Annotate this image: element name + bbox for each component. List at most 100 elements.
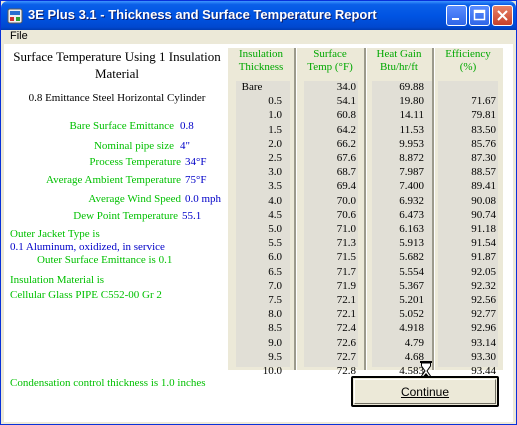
table-cell: 89.41 bbox=[471, 180, 496, 192]
table-cell: 72.1 bbox=[336, 308, 356, 320]
menu-file[interactable]: File bbox=[10, 30, 28, 42]
table-cell: 6.5 bbox=[268, 266, 282, 278]
app-icon bbox=[7, 8, 23, 24]
table-cell: 91.18 bbox=[471, 223, 496, 235]
table-cell bbox=[434, 81, 496, 93]
header-line: Btu/hr/ft bbox=[380, 61, 418, 73]
header-line: Temp (°F) bbox=[307, 61, 353, 73]
table-cell: 92.05 bbox=[471, 266, 496, 278]
menu-bar: File bbox=[4, 30, 513, 44]
table-cell: 6.932 bbox=[399, 195, 424, 207]
table-cell: 1.0 bbox=[268, 109, 282, 121]
header-line: Insulation bbox=[239, 48, 283, 60]
table-cell: 4.918 bbox=[399, 322, 424, 334]
table-cell: 83.50 bbox=[471, 124, 496, 136]
close-button[interactable] bbox=[492, 5, 513, 26]
table-cell: 2.5 bbox=[268, 152, 282, 164]
table-cell: 0.5 bbox=[268, 95, 282, 107]
maximize-icon bbox=[473, 9, 486, 21]
window-title: 3E Plus 3.1 - Thickness and Surface Temp… bbox=[28, 7, 377, 22]
table-cell: 71.67 bbox=[471, 95, 496, 107]
table-cell: 72.6 bbox=[336, 337, 356, 349]
title-bar[interactable]: 3E Plus 3.1 - Thickness and Surface Temp… bbox=[1, 1, 516, 30]
param-value: 34°F bbox=[185, 156, 207, 168]
table-cell: 9.5 bbox=[268, 351, 282, 363]
table-cell: 70.6 bbox=[336, 209, 356, 221]
table-cell: 5.682 bbox=[399, 251, 424, 263]
table-cell: 10.0 bbox=[262, 365, 282, 377]
header-line: Efficiency bbox=[445, 48, 491, 60]
table-cell: 5.913 bbox=[399, 237, 424, 249]
table-cell: 79.81 bbox=[471, 109, 496, 121]
table-cell: 90.74 bbox=[471, 209, 496, 221]
table-cell: 8.5 bbox=[268, 322, 282, 334]
table-cell: 14.11 bbox=[399, 109, 424, 121]
header-line: Surface bbox=[313, 48, 347, 60]
param-label: Process Temperature bbox=[89, 156, 181, 168]
table-cell: 6.473 bbox=[399, 209, 424, 221]
table-cell: 92.32 bbox=[471, 280, 496, 292]
table-cell: 11.53 bbox=[399, 124, 424, 136]
table-cell: 54.1 bbox=[336, 95, 356, 107]
continue-button-label: Continue bbox=[400, 385, 450, 399]
table-cell: 5.201 bbox=[399, 294, 424, 306]
param-label: Dew Point Temperature bbox=[73, 210, 178, 222]
table-cell: 19.80 bbox=[399, 95, 424, 107]
table-cell: 68.7 bbox=[336, 166, 356, 178]
table-cell: 67.6 bbox=[336, 152, 356, 164]
param-label: Average Ambient Temperature bbox=[45, 174, 181, 186]
minimize-button[interactable] bbox=[446, 5, 467, 26]
table-cell: 72.7 bbox=[336, 351, 356, 363]
continue-button[interactable]: Continue bbox=[351, 376, 499, 407]
table-cell: 5.5 bbox=[268, 237, 282, 249]
table-cell: 5.554 bbox=[399, 266, 424, 278]
param-label: Average Wind Speed bbox=[88, 193, 181, 205]
header-heat-gain: Heat Gain Btu/hr/ft bbox=[367, 48, 431, 74]
table-cell: 60.8 bbox=[336, 109, 356, 121]
table-cell: 91.54 bbox=[471, 237, 496, 249]
maximize-button[interactable] bbox=[469, 5, 490, 26]
table-cell: 4.0 bbox=[268, 195, 282, 207]
table-cell: 6.0 bbox=[268, 251, 282, 263]
table-cell: 71.3 bbox=[336, 237, 356, 249]
table-cell: 69.4 bbox=[336, 180, 356, 192]
table-cell: 70.0 bbox=[336, 195, 356, 207]
table-cell: 71.0 bbox=[336, 223, 356, 235]
jacket-value: 0.1 Aluminum, oxidized, in service bbox=[10, 241, 165, 253]
param-value: 55.1 bbox=[182, 210, 202, 222]
table-cell: 66.2 bbox=[336, 138, 356, 150]
table-cell: 34.0 bbox=[336, 81, 356, 93]
table-cell: 85.76 bbox=[471, 138, 496, 150]
table-cell: 8.0 bbox=[268, 308, 282, 320]
param-value: 4" bbox=[180, 140, 190, 152]
table-cell: 3.0 bbox=[268, 166, 282, 178]
table-cell: 92.96 bbox=[471, 322, 496, 334]
table-cell: 71.9 bbox=[336, 280, 356, 292]
param-label: Bare Surface Emittance bbox=[69, 120, 174, 132]
table-cell: 71.5 bbox=[336, 251, 356, 263]
table-cell: 72.8 bbox=[336, 365, 356, 377]
param-label: Nominal pipe size bbox=[93, 140, 174, 152]
table-cell: Bare bbox=[241, 81, 263, 93]
table-cell: 7.400 bbox=[399, 180, 424, 192]
table-cell: 92.56 bbox=[471, 294, 496, 306]
table-cell: 4.5 bbox=[268, 209, 282, 221]
header-line: Thickness bbox=[238, 61, 284, 73]
table-cell: 69.88 bbox=[399, 81, 424, 93]
table-cell: 2.0 bbox=[268, 138, 282, 150]
table-cell: 9.0 bbox=[268, 337, 282, 349]
param-value: 0.8 bbox=[180, 120, 194, 132]
table-cell: 7.987 bbox=[399, 166, 424, 178]
insulation-value: Cellular Glass PIPE C552-00 Gr 2 bbox=[10, 289, 162, 301]
table-cell: 5.0 bbox=[268, 223, 282, 235]
header-line: Heat Gain bbox=[376, 48, 422, 60]
minimize-icon bbox=[452, 18, 459, 20]
header-thickness: Insulation Thickness bbox=[228, 48, 294, 74]
close-icon bbox=[497, 10, 508, 21]
table-cell: 91.87 bbox=[471, 251, 496, 263]
table-cell: 93.30 bbox=[471, 351, 496, 363]
table-cell: 1.5 bbox=[268, 124, 282, 136]
table-cell: 88.57 bbox=[471, 166, 496, 178]
table-cell: 6.163 bbox=[399, 223, 424, 235]
table-cell: 7.5 bbox=[268, 294, 282, 306]
